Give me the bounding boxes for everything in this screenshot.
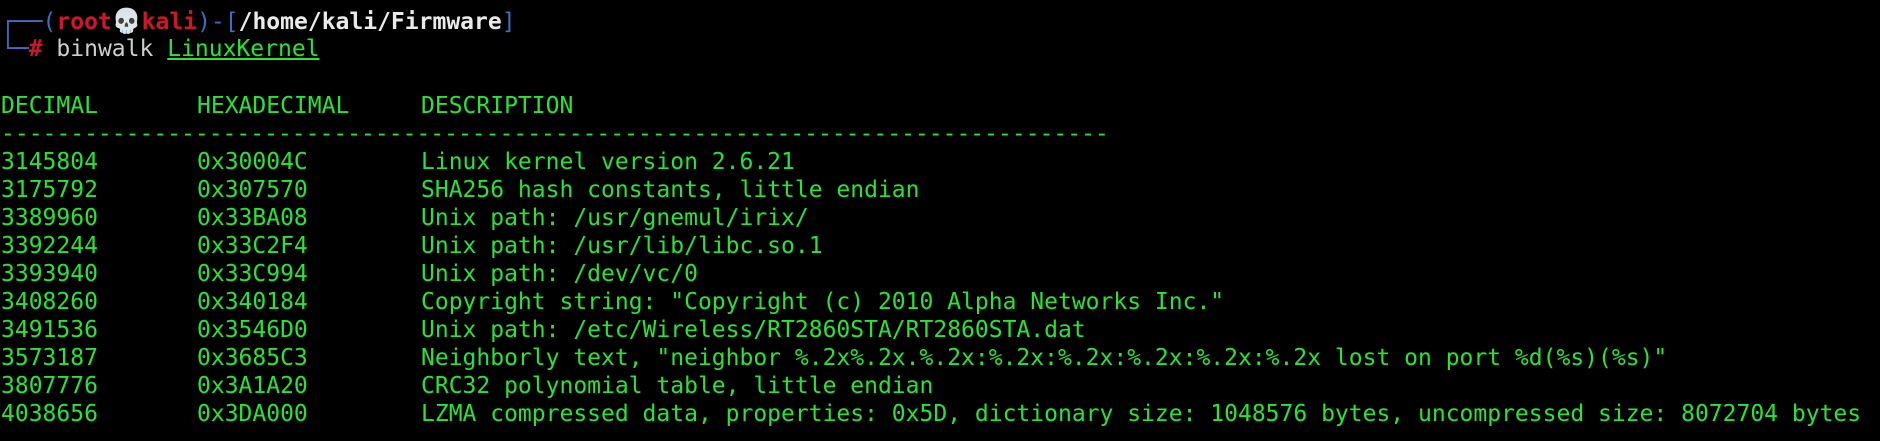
hex-cell: 0x3A1A20 xyxy=(197,373,308,399)
decimal-cell: 4038656 xyxy=(1,401,98,427)
command-line[interactable]: └─# binwalk LinuxKernel xyxy=(1,35,320,63)
description-cell: Unix path: /dev/vc/0 xyxy=(421,261,698,287)
description-cell: SHA256 hash constants, little endian xyxy=(421,177,920,203)
table-row: 3491536 0x3546D0 Unix path: /etc/Wireless/… xyxy=(0,316,1880,344)
table-row: 3807776 0x3A1A20 CRC32 polynomial table, l… xyxy=(0,372,1880,400)
description-cell: Unix path: /usr/lib/libc.so.1 xyxy=(421,233,823,259)
description-cell: Unix path: /usr/gnemul/irix/ xyxy=(421,205,809,231)
prompt-path: /home/kali/Firmware xyxy=(238,9,502,35)
prompt-user: root xyxy=(56,9,112,35)
table-row: 3145804 0x30004C Linux kernel version 2.6.… xyxy=(0,148,1880,176)
table-row: 3393940 0x33C994 Unix path: /dev/vc/0 xyxy=(0,260,1880,288)
prompt-corner-bottom: └─ xyxy=(1,36,29,62)
prompt-bracket-mid: )-[ xyxy=(197,9,239,35)
decimal-cell: 3175792 xyxy=(1,177,98,203)
hex-cell: 0x3685C3 xyxy=(197,345,308,371)
description-cell: LZMA compressed data, properties: 0x5D, … xyxy=(421,401,1862,427)
hex-cell: 0x3DA000 xyxy=(197,401,308,427)
decimal-cell: 3145804 xyxy=(1,149,98,175)
table-row: 3408260 0x340184 Copyright string: "Copyri… xyxy=(0,288,1880,316)
prompt-hash: # xyxy=(28,36,43,62)
prompt-host: kali xyxy=(141,9,198,35)
hex-cell: 0x340184 xyxy=(197,289,308,315)
prompt-bracket-end: ] xyxy=(501,9,516,35)
decimal-cell: 3389960 xyxy=(1,205,98,231)
hex-cell: 0x33BA08 xyxy=(197,205,308,231)
hex-cell: 0x30004C xyxy=(197,149,308,175)
table-separator: ----------------------------------------… xyxy=(1,121,1109,147)
decimal-cell: 3392244 xyxy=(1,233,98,259)
command-name: binwalk xyxy=(56,36,154,62)
table-row: 4038656 0x3DA000 LZMA compressed data, pro… xyxy=(0,400,1880,428)
header-hexadecimal: HEXADECIMAL xyxy=(197,93,350,119)
table-row: 3175792 0x307570 SHA256 hash constants, li… xyxy=(0,176,1880,204)
header-description: DESCRIPTION xyxy=(421,93,574,119)
hex-cell: 0x33C994 xyxy=(197,261,308,287)
description-cell: Copyright string: "Copyright (c) 2010 Al… xyxy=(421,289,1225,315)
hex-cell: 0x3546D0 xyxy=(197,317,308,343)
decimal-cell: 3573187 xyxy=(1,345,98,371)
table-row: 3392244 0x33C2F4 Unix path: /usr/lib/libc.… xyxy=(0,232,1880,260)
description-cell: Linux kernel version 2.6.21 xyxy=(421,149,795,175)
table-header: DECIMAL HEXADECIMAL DESCRIPTION xyxy=(0,92,1880,120)
decimal-cell: 3393940 xyxy=(1,261,98,287)
table-row: 3389960 0x33BA08 Unix path: /usr/gnemul/ir… xyxy=(0,204,1880,232)
description-cell: Neighborly text, "neighbor %.2x%.2x.%.2x… xyxy=(421,345,1668,371)
description-cell: CRC32 polynomial table, little endian xyxy=(421,373,934,399)
prompt-corner-top: ┌──( xyxy=(1,9,57,35)
prompt-line: ┌──(root💀kali)-[/home/kali/Firmware] xyxy=(1,7,516,35)
command-argument[interactable]: LinuxKernel xyxy=(167,36,319,62)
skull-icon: 💀 xyxy=(111,7,142,35)
hex-cell: 0x33C2F4 xyxy=(197,233,308,259)
decimal-cell: 3408260 xyxy=(1,289,98,315)
table-row: 3573187 0x3685C3 Neighborly text, "neighbo… xyxy=(0,344,1880,372)
terminal-window[interactable]: ┌──(root💀kali)-[/home/kali/Firmware] └─#… xyxy=(0,0,1880,441)
decimal-cell: 3807776 xyxy=(1,373,98,399)
header-decimal: DECIMAL xyxy=(1,93,98,119)
decimal-cell: 3491536 xyxy=(1,317,98,343)
description-cell: Unix path: /etc/Wireless/RT2860STA/RT286… xyxy=(421,317,1086,343)
hex-cell: 0x307570 xyxy=(197,177,308,203)
